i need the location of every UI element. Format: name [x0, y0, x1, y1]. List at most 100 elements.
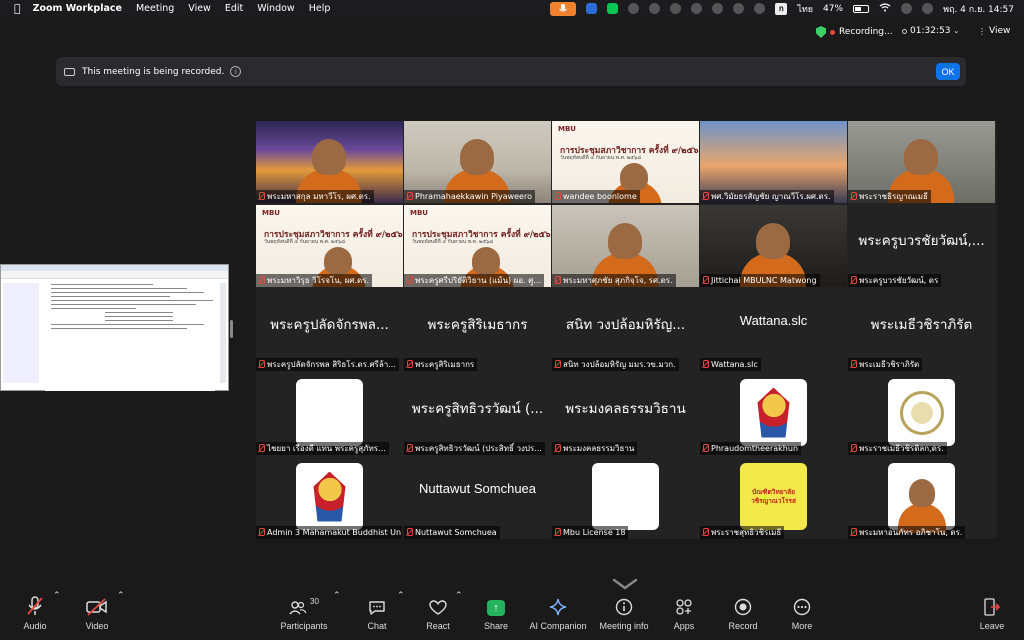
participant-name: Wattana.slc [711, 360, 758, 369]
mic-muted-icon [850, 528, 857, 537]
clock[interactable]: พฤ. 4 ก.ย. 14:57 [943, 2, 1014, 16]
play-tray-icon[interactable] [733, 3, 745, 14]
mic-muted-icon [258, 192, 265, 201]
display-tray-icon[interactable] [754, 3, 766, 14]
mic-in-use-icon[interactable] [550, 1, 577, 16]
battery-icon[interactable] [853, 4, 870, 13]
participant-tile[interactable]: บัณฑิตวิทยาลัย วชิรญาณวโรรส พระราชสุทธิวชิ… [700, 457, 847, 539]
participant-tile[interactable]: พระมหาศุภชัย สุภกิจฺโจ, รศ.ดร. [552, 205, 699, 287]
more-button[interactable]: More [789, 590, 815, 640]
line-tray-icon[interactable] [607, 3, 619, 14]
participant-tile[interactable]: พระครูสิทธิวรวัฒน์ (... พระครูสิทธิวรวัฒน… [404, 373, 551, 455]
video-button[interactable]: Video [84, 590, 110, 640]
participant-tile[interactable]: Phraudomtheerakhun [700, 373, 847, 455]
video-options-caret[interactable]: ⌃ [117, 590, 125, 640]
zoom-tray-icon[interactable] [586, 3, 598, 14]
participant-name-label: Phramahaekkawin Piyaweero [404, 190, 535, 203]
heart-icon [429, 590, 447, 616]
meeting-info-button[interactable]: Meeting info [597, 590, 651, 640]
participant-name-label: พศ.วิมัยธรสัญชัย ญาณวีโร.ผศ.ดร. [700, 190, 834, 203]
view-button[interactable]: ⋮ View [978, 26, 1010, 36]
participants-label: Participants [280, 621, 328, 631]
participant-tile[interactable]: พระราชธิรญาณเมธี [848, 121, 995, 203]
participant-name: Jittichai MBULNC Matwong [711, 276, 817, 285]
info-icon[interactable]: i [230, 66, 242, 77]
audio-button[interactable]: Audio [20, 590, 50, 640]
participant-tile[interactable]: พระครูสิริเมธากร พระครูสิริเมธากร [404, 289, 551, 371]
menu-app-name[interactable]: Zoom Workplace [33, 3, 122, 14]
participant-tile[interactable]: พระมหาอนภัทร อภิชาโน, ดร. [848, 457, 995, 539]
control-center-icon[interactable] [901, 3, 913, 14]
participant-video-face [324, 247, 352, 275]
info-tray-icon[interactable] [649, 3, 661, 14]
menu-view[interactable]: View [188, 3, 211, 14]
menu-meeting[interactable]: Meeting [136, 3, 174, 14]
participant-tile[interactable]: MBU การประชุมสภาวิชาการ ครั้งที่ ๙/๒๕๖๘ วั… [404, 205, 551, 287]
participant-video-face [904, 139, 938, 175]
apps-button[interactable]: Apps [671, 590, 697, 640]
participant-tile[interactable]: Nuttawut Somchuea Nuttawut Somchuea [404, 457, 551, 539]
input-source-label[interactable]: ไทย [797, 2, 813, 16]
chevron-down-icon[interactable] [612, 575, 638, 590]
react-button[interactable]: React [423, 590, 453, 640]
participant-tile[interactable]: พระมหาสกุล มหาวีโร, ผศ.ดร. [256, 121, 403, 203]
participants-button[interactable]: 30 Participants [280, 590, 328, 640]
participants-options-caret[interactable]: ⌃ [333, 590, 341, 640]
chat-button[interactable]: Chat [362, 590, 392, 640]
recording-indicator[interactable]: Recording... [816, 26, 893, 38]
record-button[interactable]: Record [727, 590, 759, 640]
record-icon [734, 590, 752, 616]
menu-edit[interactable]: Edit [225, 3, 243, 14]
wifi-icon[interactable] [879, 2, 891, 15]
airdrop-icon[interactable] [670, 3, 682, 14]
shared-screen-thumbnail[interactable] [0, 264, 229, 391]
participant-tile[interactable]: พระครูปลัดจักรพล... พระครูปลัดจักรพล สิริ… [256, 289, 403, 371]
chat-label: Chat [367, 621, 387, 631]
participant-tile[interactable]: สนิท วงปล้อมหิรัญ... สนิท วงปล้อมหิรัญ มม… [552, 289, 699, 371]
participant-tile[interactable]: Mbu License 18 [552, 457, 699, 539]
participant-name-label: พระราชเมธีวชิรดิลก,ดร. [848, 442, 947, 455]
participant-tile[interactable]: Jittichai MBULNC Matwong [700, 205, 847, 287]
meeting-timer[interactable]: 01:32:53 ⌄ [902, 26, 959, 36]
clock-tray-icon[interactable] [712, 3, 724, 14]
siri-icon[interactable] [922, 3, 934, 14]
participant-video-face [472, 247, 500, 275]
share-button[interactable]: ↑ Share [481, 590, 511, 640]
participant-tile[interactable]: พระครูบวรชัยวัฒน์,... พระครูบวรชัยวัฒน์, … [848, 205, 995, 287]
menu-window[interactable]: Window [257, 3, 294, 14]
ai-companion-button[interactable]: AI Companion [527, 590, 589, 640]
audio-options-caret[interactable]: ⌃ [53, 590, 61, 640]
split-view-handle[interactable] [230, 320, 233, 338]
apple-icon[interactable]:  [14, 2, 21, 15]
slide-subtitle: วันพฤหัสบดีที่ ๔ กันยายน พ.ศ. ๒๕๖๘ [412, 239, 494, 245]
mic-muted-icon [702, 276, 709, 285]
participant-name-label: พระราชธิรญาณเมธี [848, 190, 931, 203]
react-options-caret[interactable]: ⌃ [455, 590, 463, 640]
participant-tile[interactable]: MBU การประชุมสภาวิชาการ ครั้งที่ ๙/๒๕๖๘ วั… [256, 205, 403, 287]
chat-options-caret[interactable]: ⌃ [397, 590, 405, 640]
participant-tile[interactable]: พระราชเมธีวชิรดิลก,ดร. [848, 373, 995, 455]
participant-tile[interactable]: Phramahaekkawin Piyaweero [404, 121, 551, 203]
encryption-shield-icon[interactable] [816, 26, 826, 38]
participant-tile[interactable]: พระเมธีวชิราภิรัต พระเมธีวชิราภิรัต [848, 289, 995, 371]
participant-tile[interactable]: ไชยยา เรืองดี แทน พระครูสุภัทร... [256, 373, 403, 455]
participant-profile-picture [888, 379, 955, 446]
mic-muted-icon [554, 444, 561, 453]
input-source-icon[interactable]: ก [775, 2, 788, 15]
tray-icon[interactable] [628, 3, 640, 14]
leave-icon [984, 590, 1000, 616]
bluetooth-icon[interactable] [691, 3, 703, 14]
shared-document-page [45, 281, 215, 391]
participant-name-label: Jittichai MBULNC Matwong [700, 274, 820, 287]
participant-tile[interactable]: Wattana.slc Wattana.slc [700, 289, 847, 371]
card-text: วชิรญาณวโรรส [751, 496, 796, 505]
participant-tile[interactable]: MBU การประชุมสภาวิชาการ ครั้งที่ ๙/๒๕๖๘ วั… [552, 121, 699, 203]
leave-button[interactable]: Leave [978, 590, 1006, 640]
participant-tile[interactable]: พศ.วิมัยธรสัญชัย ญาณวีโร.ผศ.ดร. [700, 121, 847, 203]
banner-ok-button[interactable]: OK [936, 63, 960, 80]
participant-tile[interactable]: Admin 3 Mahamakut Buddhist Un... [256, 457, 403, 539]
more-dots-icon [793, 590, 811, 616]
participant-tile[interactable]: พระมงคลธรรมวิธาน พระมงคลธรรมวิธาน [552, 373, 699, 455]
menu-help[interactable]: Help [309, 3, 331, 14]
participant-name: พระเมธีวชิราภิรัต [859, 360, 920, 369]
